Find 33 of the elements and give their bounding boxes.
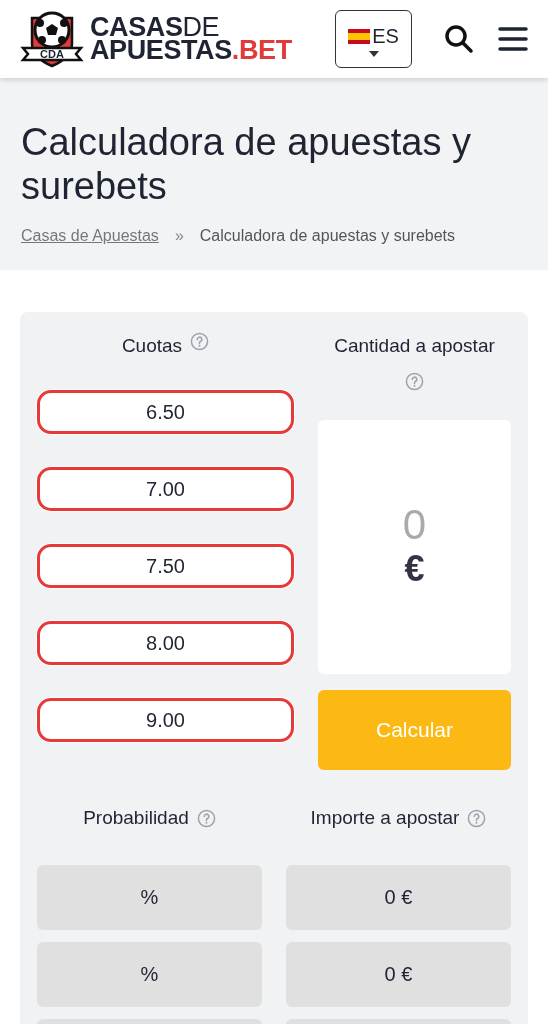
- amount-cell: 0 €: [286, 941, 511, 1007]
- probability-cell: %: [37, 864, 262, 930]
- probability-label: Probabilidad: [83, 806, 189, 831]
- logo-text: CASASDE: [90, 16, 220, 39]
- search-icon[interactable]: [444, 24, 474, 54]
- caret-icon: [368, 51, 379, 57]
- logo-text: APUESTAS: [90, 39, 232, 62]
- odds-input[interactable]: 9.00: [37, 698, 294, 742]
- breadcrumb-current: Calculadora de apuestas y surebets: [199, 226, 456, 246]
- help-icon[interactable]: [467, 809, 487, 828]
- logo-badge-text: CDA: [39, 48, 65, 60]
- help-icon[interactable]: [196, 809, 216, 828]
- logo-suffix: .BET: [231, 39, 292, 62]
- help-icon[interactable]: [405, 371, 424, 391]
- page-title: Calculadora de apuestas y surebets: [21, 120, 472, 208]
- odds-input[interactable]: 6.50: [37, 390, 294, 434]
- menu-icon[interactable]: [498, 26, 528, 52]
- stake-value: 0: [402, 502, 427, 547]
- amount-label: Importe a apostar: [310, 806, 460, 831]
- odds-input[interactable]: 8.00: [37, 621, 294, 665]
- odds-input[interactable]: 7.50: [37, 544, 294, 588]
- odds-label: Cuotas: [121, 334, 183, 358]
- probability-cell: %: [37, 941, 262, 1007]
- help-icon[interactable]: [190, 332, 210, 351]
- breadcrumb-separator: »: [174, 226, 184, 246]
- currency-symbol: €: [404, 546, 425, 591]
- soccer-shield-icon: [20, 10, 84, 68]
- flag-icon: [348, 28, 371, 44]
- odds-input[interactable]: 7.00: [37, 467, 294, 511]
- language-selector[interactable]: ES: [335, 10, 412, 68]
- amount-cell: 0 €: [286, 864, 511, 930]
- breadcrumb-link[interactable]: Casas de Apuestas: [21, 224, 159, 248]
- stake-label: Cantidad a apostar: [334, 334, 495, 358]
